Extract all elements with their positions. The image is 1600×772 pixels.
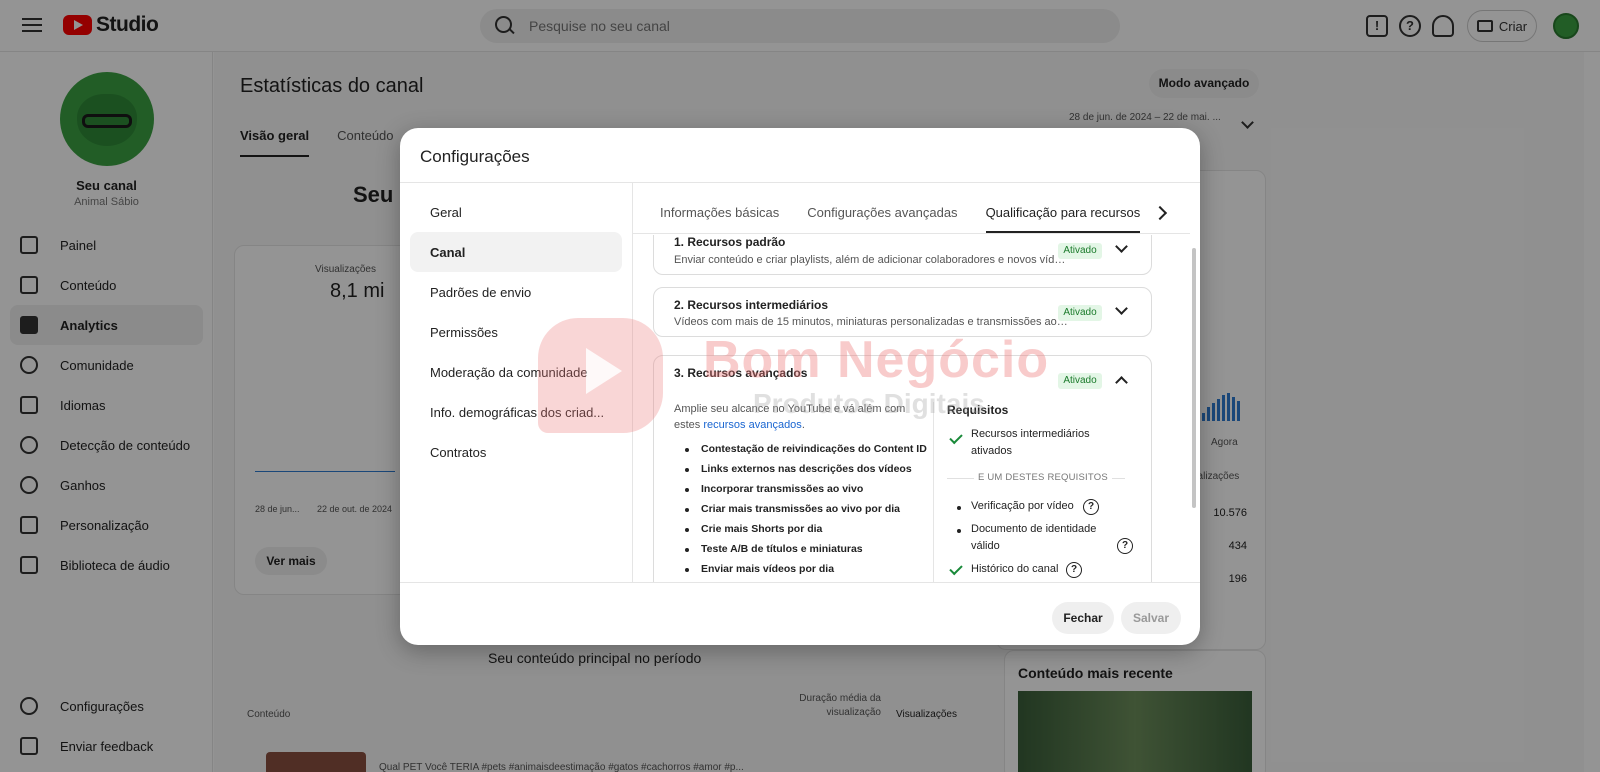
scrollbar[interactable]	[1192, 248, 1196, 508]
dialog-title: Configurações	[420, 147, 530, 166]
or-requirements-label: E UM DESTES REQUISITOS	[974, 472, 1112, 483]
list-item: Criar mais transmissões ao vivo por dia	[684, 503, 944, 523]
settings-nav-canal[interactable]: Canal	[410, 232, 622, 272]
intermediate-features-panel[interactable]: 2. Recursos intermediários Vídeos com ma…	[653, 287, 1152, 337]
list-item: Teste A/B de títulos e miniaturas	[684, 543, 944, 563]
advanced-features-link[interactable]: recursos avançados	[703, 419, 801, 431]
list-item: Links externos nas descrições dos vídeos	[684, 463, 944, 483]
settings-nav-contratos[interactable]: Contratos	[410, 432, 622, 472]
chevron-up-icon[interactable]	[1115, 376, 1128, 389]
intro-suffix: .	[801, 418, 805, 431]
help-icon[interactable]: ?	[1083, 499, 1099, 515]
requirement-option: Verificação por vídeo	[971, 500, 1074, 512]
chevron-down-icon[interactable]	[1115, 302, 1128, 315]
help-icon[interactable]: ?	[1117, 538, 1133, 554]
bullet	[957, 529, 961, 533]
list-item: Contestação de reivindicações do Content…	[684, 443, 944, 463]
requirement-met: Recursos intermediários ativados	[971, 428, 1090, 457]
list-item: Enviar mais vídeos por dia	[684, 563, 944, 582]
checkmark-icon	[949, 561, 963, 576]
chevron-down-icon[interactable]	[1115, 240, 1128, 253]
settings-nav-geral[interactable]: Geral	[410, 192, 622, 232]
settings-nav-demograficas[interactable]: Info. demográficas dos criad...	[410, 392, 622, 432]
panel-description: Enviar conteúdo e criar playlists, além …	[674, 254, 1069, 266]
divider	[400, 582, 1200, 583]
panel-title: 3. Recursos avançados	[674, 366, 808, 380]
list-item: Incorporar transmissões ao vivo	[684, 483, 944, 503]
tab-informacoes-basicas[interactable]: Informações básicas	[660, 205, 779, 233]
settings-nav-moderacao[interactable]: Moderação da comunidade	[410, 352, 622, 392]
advanced-intro: Amplie seu alcance no YouTube e vá além …	[674, 402, 924, 434]
bullet	[957, 506, 961, 510]
list-item: Crie mais Shorts por dia	[684, 523, 944, 543]
checkmark-icon	[949, 430, 963, 445]
tab-configuracoes-avancadas[interactable]: Configurações avançadas	[807, 205, 957, 233]
close-button[interactable]: Fechar	[1052, 602, 1114, 634]
help-icon[interactable]: ?	[1066, 562, 1082, 578]
divider	[933, 402, 934, 582]
requirements-title: Requisitos	[947, 403, 1009, 417]
save-button[interactable]: Salvar	[1121, 602, 1181, 634]
requirement-option: Documento de identidade válido	[971, 523, 1097, 552]
advanced-features-panel[interactable]: 3. Recursos avançados Ativado Amplie seu…	[653, 355, 1152, 582]
standard-features-panel[interactable]: 1. Recursos padrão Enviar conteúdo e cri…	[653, 235, 1152, 275]
requirement-option: Histórico do canal	[971, 563, 1059, 575]
tab-qualificacao-recursos[interactable]: Qualificação para recursos	[985, 205, 1141, 233]
status-badge: Ativado	[1058, 373, 1102, 389]
panel-description: Vídeos com mais de 15 minutos, miniatura…	[674, 316, 1069, 328]
status-badge: Ativado	[1058, 305, 1102, 321]
advanced-features-list: Contestação de reivindicações do Content…	[684, 443, 944, 582]
settings-nav-permissoes[interactable]: Permissões	[410, 312, 622, 352]
settings-nav-padroes-envio[interactable]: Padrões de envio	[410, 272, 622, 312]
settings-content[interactable]: 1. Recursos padrão Enviar conteúdo e cri…	[633, 235, 1190, 582]
settings-dialog: Configurações Geral Canal Padrões de env…	[400, 128, 1200, 645]
settings-tabs: Informações básicas Configurações avança…	[633, 182, 1190, 234]
panel-title: 2. Recursos intermediários	[674, 298, 829, 312]
status-badge: Ativado	[1058, 243, 1102, 259]
panel-title: 1. Recursos padrão	[674, 235, 786, 249]
settings-nav: Geral Canal Padrões de envio Permissões …	[410, 192, 622, 472]
